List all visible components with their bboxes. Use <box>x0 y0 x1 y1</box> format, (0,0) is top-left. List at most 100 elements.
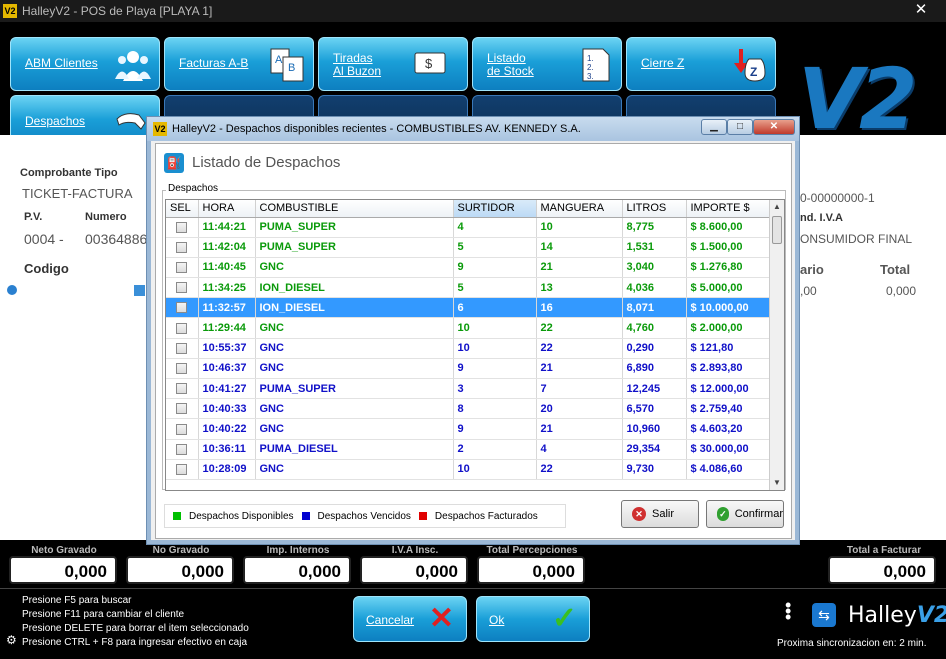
listado-de-stock-button[interactable]: Listado de Stock 1. 2. 3. <box>472 37 622 91</box>
row-checkbox[interactable] <box>176 241 188 253</box>
cell-combustible: ION_DIESEL <box>255 297 454 319</box>
sel-cell <box>166 378 199 400</box>
cell-surtidor: 9 <box>453 257 537 279</box>
row-checkbox[interactable] <box>176 383 188 395</box>
cierre-z-button[interactable]: Cierre Z Z <box>626 37 776 91</box>
cell-surtidor: 9 <box>453 358 537 380</box>
col-hora[interactable]: HORA <box>198 200 256 218</box>
col-sel[interactable]: SEL <box>166 200 199 218</box>
close-window-button[interactable]: ✕ <box>902 1 940 19</box>
cell-manguera: 4 <box>536 439 623 460</box>
table-row[interactable]: 10:36:11 PUMA_DIESEL 2 4 29,354 $ 30.000,00 <box>166 439 771 460</box>
tiradas-al-buzon-button[interactable]: Tiradas Al Buzon $ <box>318 37 468 91</box>
despachos-grid[interactable]: SEL HORA COMBUSTIBLE SURTIDOR MANGUERA L… <box>165 199 785 491</box>
table-row[interactable]: 10:28:09 GNC 10 22 9,730 $ 4.086,60 <box>166 459 771 480</box>
iva-insc-value: 0,000 <box>360 556 468 584</box>
abm-clientes-button[interactable]: ABM Clientes <box>10 37 160 91</box>
table-row[interactable]: 10:41:27 PUMA_SUPER 3 7 12,245 $ 12.000,00 <box>166 378 771 400</box>
dialog-close-button[interactable]: ✕ <box>753 119 795 135</box>
maximize-button[interactable]: □ <box>727 119 753 135</box>
scroll-thumb[interactable] <box>772 216 782 244</box>
gear-icon[interactable]: ⚙ <box>6 633 17 647</box>
cell-manguera: 14 <box>536 237 623 258</box>
dialog-body: ⛽ Listado de Despachos Despachos SEL HOR… <box>155 143 792 539</box>
cell-hora: 11:29:44 <box>198 317 256 339</box>
scroll-up-arrow-icon[interactable]: ▲ <box>770 200 784 214</box>
neto-gravado-label: Neto Gravado <box>31 545 97 556</box>
row-checkbox[interactable] <box>176 443 188 455</box>
more-options-icon[interactable]: • • • <box>785 596 791 626</box>
cell-combustible: GNC <box>255 317 454 339</box>
row-checkbox[interactable] <box>176 302 188 314</box>
facturas-ab-button[interactable]: Facturas A-B A B <box>164 37 314 91</box>
table-row[interactable]: 11:40:45 GNC 9 21 3,040 $ 1.276,80 <box>166 257 771 279</box>
cancel-button[interactable]: Cancelar ✕ <box>353 596 467 642</box>
users-icon <box>115 51 151 81</box>
row-checkbox[interactable] <box>176 262 188 274</box>
cell-manguera: 10 <box>536 217 623 238</box>
table-row[interactable]: 11:29:44 GNC 10 22 4,760 $ 2.000,00 <box>166 317 771 339</box>
despachos-group-label: Despachos <box>166 183 221 194</box>
cell-manguera: 21 <box>536 257 623 279</box>
hint-f11: Presione F11 para cambiar el cliente <box>22 609 185 620</box>
cell-litros: 10,960 <box>622 418 687 440</box>
col-combustible[interactable]: COMBUSTIBLE <box>255 200 454 218</box>
search-icon[interactable] <box>134 285 145 296</box>
cell-combustible: GNC <box>255 418 454 440</box>
svg-text:3.: 3. <box>587 72 594 81</box>
sel-cell <box>166 317 199 339</box>
pv-label: P.V. <box>24 211 43 223</box>
tiradas-label-2: Al Buzon <box>333 64 382 78</box>
table-row[interactable]: 11:44:21 PUMA_SUPER 4 10 8,775 $ 8.600,00 <box>166 217 771 238</box>
table-row[interactable]: 10:55:37 GNC 10 22 0,290 $ 121,80 <box>166 338 771 359</box>
minimize-button[interactable]: ▁ <box>701 119 727 135</box>
table-row[interactable]: 11:32:57 ION_DIESEL 6 16 8,071 $ 10.000,00 <box>166 297 771 319</box>
ok-button[interactable]: Ok ✓ <box>476 596 590 642</box>
scroll-down-arrow-icon[interactable]: ▼ <box>770 476 784 490</box>
col-surtidor[interactable]: SURTIDOR <box>453 200 537 218</box>
teamviewer-icon[interactable]: ⇆ <box>812 603 836 627</box>
cell-surtidor: 4 <box>453 217 537 238</box>
cell-importe: $ 12.000,00 <box>686 378 771 400</box>
numero-value: 00364886 <box>85 231 147 247</box>
cell-litros: 6,890 <box>622 358 687 380</box>
sel-cell <box>166 358 199 380</box>
cell-importe: $ 1.500,00 <box>686 237 771 258</box>
cierre-z-label: Cierre Z <box>641 56 685 70</box>
cell-manguera: 13 <box>536 277 623 299</box>
cell-manguera: 20 <box>536 398 623 420</box>
table-row[interactable]: 10:46:37 GNC 9 21 6,890 $ 2.893,80 <box>166 358 771 380</box>
unitario-value: ,00 <box>800 284 817 298</box>
table-row[interactable]: 11:34:25 ION_DIESEL 5 13 4,036 $ 5.000,00 <box>166 277 771 299</box>
table-row[interactable]: 10:40:33 GNC 8 20 6,570 $ 2.759,40 <box>166 398 771 420</box>
row-checkbox[interactable] <box>176 363 188 374</box>
table-row[interactable]: 11:42:04 PUMA_SUPER 5 14 1,531 $ 1.500,00 <box>166 237 771 258</box>
row-checkbox[interactable] <box>176 423 188 435</box>
confirmar-button[interactable]: ✓ Confirmar <box>706 500 784 528</box>
row-checkbox[interactable] <box>176 322 188 334</box>
cell-combustible: ION_DIESEL <box>255 277 454 299</box>
grid-vertical-scrollbar[interactable]: ▲ ▼ <box>769 200 784 490</box>
table-row[interactable]: 10:40:22 GNC 9 21 10,960 $ 4.603,20 <box>166 418 771 440</box>
total-a-facturar-value: 0,000 <box>828 556 936 584</box>
sel-cell <box>166 398 199 420</box>
row-checkbox[interactable] <box>176 342 188 354</box>
row-checkbox[interactable] <box>176 463 188 475</box>
col-litros[interactable]: LITROS <box>622 200 687 218</box>
no-gravado-label: No Gravado <box>152 545 210 556</box>
sel-cell <box>166 277 199 299</box>
total-value: 0,000 <box>886 284 917 298</box>
salir-button[interactable]: ✕ Salir <box>621 500 699 528</box>
numero-label: Numero <box>85 211 127 223</box>
row-checkbox[interactable] <box>176 282 188 294</box>
svg-text:A: A <box>275 54 283 66</box>
cell-combustible: GNC <box>255 398 454 420</box>
col-manguera[interactable]: MANGUERA <box>536 200 623 218</box>
brand-v2: V2 <box>916 603 946 628</box>
row-checkbox[interactable] <box>176 403 188 415</box>
cell-hora: 10:36:11 <box>198 439 256 460</box>
col-importe[interactable]: IMPORTE $ <box>686 200 771 218</box>
cancel-label: Cancelar <box>366 613 415 627</box>
hint-f5: Presione F5 para buscar <box>22 595 132 606</box>
row-checkbox[interactable] <box>176 221 188 233</box>
